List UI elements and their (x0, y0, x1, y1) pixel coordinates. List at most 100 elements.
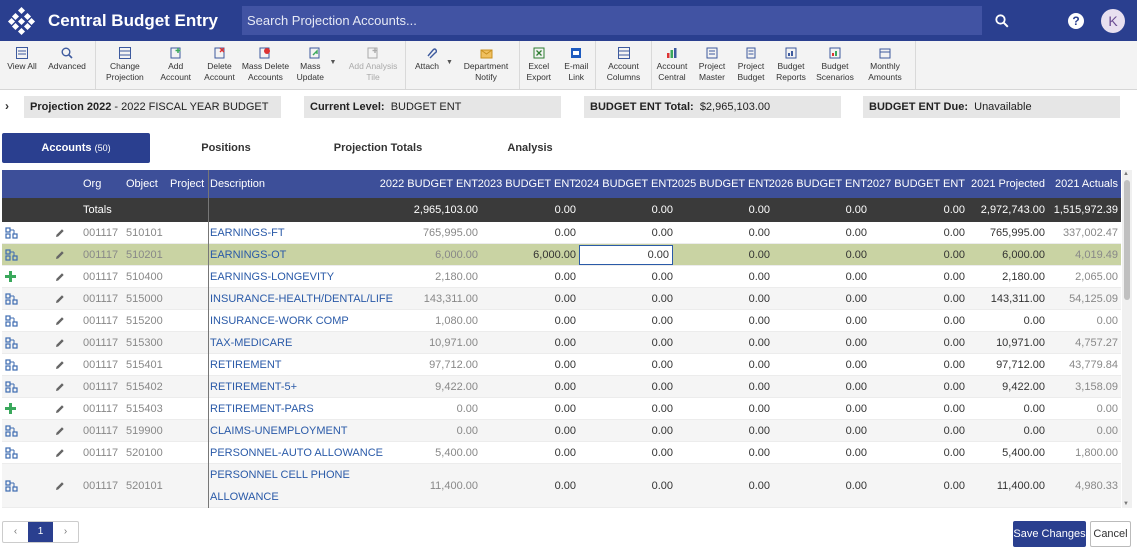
delete-account-button[interactable]: Delete Account (198, 41, 242, 89)
user-avatar[interactable]: K (1101, 8, 1125, 33)
header-2025-budget-ent[interactable]: 2025 BUDGET ENT (670, 170, 770, 198)
row-proj2021[interactable]: 0.00 (962, 398, 1045, 419)
linked-accounts-icon[interactable] (5, 310, 18, 331)
row-c2022[interactable]: 5,400.00 (378, 442, 478, 463)
header-2026-budget-ent[interactable]: 2026 BUDGET ENT (767, 170, 867, 198)
row-c2022[interactable]: 2,180.00 (378, 266, 478, 287)
view-all-button[interactable]: View All (0, 41, 44, 89)
table-row[interactable]: 001117 520101 PERSONNEL CELL PHONE ALLOWANC… (2, 464, 1121, 508)
change-projection-button[interactable]: Change Projection (96, 41, 154, 89)
row-c2025[interactable]: 0.00 (670, 244, 770, 265)
excel-export-button[interactable]: Excel Export (520, 41, 558, 89)
row-c2023[interactable]: 0.00 (476, 288, 576, 309)
help-icon[interactable]: ? (1068, 12, 1084, 29)
row-description-link[interactable]: RETIREMENT (210, 354, 282, 375)
row-act2021[interactable]: 3,158.09 (1042, 376, 1118, 397)
row-c2024[interactable]: 0.00 (573, 464, 673, 507)
row-description-link[interactable]: RETIREMENT-5+ (210, 376, 297, 397)
edit-pencil-icon[interactable] (55, 420, 65, 441)
row-c2027[interactable]: 0.00 (865, 332, 965, 353)
row-description-link[interactable]: RETIREMENT-PARS (210, 398, 314, 419)
row-c2023[interactable]: 0.00 (476, 332, 576, 353)
row-c2027[interactable]: 0.00 (865, 288, 965, 309)
row-c2027[interactable]: 0.00 (865, 376, 965, 397)
chevron-right-icon[interactable]: › (5, 99, 9, 113)
row-proj2021[interactable]: 0.00 (962, 420, 1045, 441)
mass-delete-accounts-button[interactable]: Mass Delete Accounts (241, 41, 289, 89)
edit-pencil-icon[interactable] (55, 244, 65, 265)
edit-pencil-icon[interactable] (55, 442, 65, 463)
linked-accounts-icon[interactable] (5, 354, 18, 375)
row-c2026[interactable]: 0.00 (767, 310, 867, 331)
row-proj2021[interactable]: 6,000.00 (962, 244, 1045, 265)
search-icon[interactable] (982, 6, 1022, 35)
scroll-up-icon[interactable]: ▲ (1123, 171, 1129, 177)
row-act2021[interactable]: 4,980.33 (1042, 464, 1118, 507)
project-master-button[interactable]: Project Master (692, 41, 732, 89)
row-c2023[interactable]: 0.00 (476, 464, 576, 507)
row-c2025[interactable]: 0.00 (670, 332, 770, 353)
row-c2024[interactable]: 0.00 (573, 288, 673, 309)
row-c2027[interactable]: 0.00 (865, 464, 965, 507)
row-c2027[interactable]: 0.00 (865, 442, 965, 463)
row-proj2021[interactable]: 5,400.00 (962, 442, 1045, 463)
row-description-link[interactable]: INSURANCE-HEALTH/DENTAL/LIFE (210, 288, 393, 309)
email-link-button[interactable]: E-mail Link (558, 41, 596, 89)
row-proj2021[interactable]: 2,180.00 (962, 266, 1045, 287)
row-c2024[interactable]: 0.00 (573, 420, 673, 441)
row-c2023[interactable]: 0.00 (476, 266, 576, 287)
table-row[interactable]: 001117 515300 TAX-MEDICARE 10,971.00 0.00 0.0… (2, 332, 1121, 354)
row-c2023[interactable]: 6,000.00 (476, 244, 576, 265)
tab-analysis[interactable]: Analysis (454, 133, 606, 163)
pager-next-button[interactable]: › (53, 522, 78, 542)
project-budget-button[interactable]: Project Budget (732, 41, 770, 89)
header-2021-projected[interactable]: 2021 Projected (962, 170, 1045, 198)
header-org[interactable]: Org (83, 170, 101, 198)
row-c2025[interactable]: 0.00 (670, 354, 770, 375)
row-c2024[interactable]: 0.00 (573, 398, 673, 419)
row-c2022[interactable]: 1,080.00 (378, 310, 478, 331)
row-c2024-input[interactable]: 0.00 (579, 245, 673, 265)
row-c2024[interactable]: 0.00 (573, 332, 673, 353)
linked-accounts-icon[interactable] (5, 332, 18, 353)
row-c2026[interactable]: 0.00 (767, 398, 867, 419)
row-c2023[interactable]: 0.00 (476, 222, 576, 243)
mass-update-button[interactable]: Mass Update ▼ (289, 41, 341, 89)
row-c2022[interactable]: 0.00 (378, 420, 478, 441)
row-description-link[interactable]: CLAIMS-UNEMPLOYMENT (210, 420, 348, 441)
department-notify-button[interactable]: Department Notify (456, 41, 516, 89)
mass-update-caret-icon[interactable]: ▼ (329, 57, 336, 68)
row-c2022[interactable]: 10,971.00 (378, 332, 478, 353)
budget-reports-button[interactable]: Budget Reports (770, 41, 812, 89)
row-c2023[interactable]: 0.00 (476, 420, 576, 441)
header-2027-budget-ent[interactable]: 2027 BUDGET ENT (865, 170, 965, 198)
row-c2025[interactable]: 0.00 (670, 420, 770, 441)
row-c2023[interactable]: 0.00 (476, 376, 576, 397)
row-description-link[interactable]: EARNINGS-LONGEVITY (210, 266, 334, 287)
header-description[interactable]: Description (210, 170, 265, 198)
row-act2021[interactable]: 4,019.49 (1042, 244, 1118, 265)
edit-pencil-icon[interactable] (55, 288, 65, 309)
table-row[interactable]: 001117 515401 RETIREMENT 97,712.00 0.00 0.00 0… (2, 354, 1121, 376)
row-act2021[interactable]: 1,800.00 (1042, 442, 1118, 463)
add-row-icon[interactable] (5, 398, 16, 419)
row-c2026[interactable]: 0.00 (767, 376, 867, 397)
attach-button[interactable]: Attach ▼ (406, 41, 456, 89)
row-c2027[interactable]: 0.00 (865, 244, 965, 265)
row-c2022[interactable]: 6,000.00 (378, 244, 478, 265)
row-c2027[interactable]: 0.00 (865, 420, 965, 441)
table-row[interactable]: 001117 515200 INSURANCE-WORK COMP 1,080.00 0… (2, 310, 1121, 332)
row-act2021[interactable]: 0.00 (1042, 398, 1118, 419)
row-proj2021[interactable]: 11,400.00 (962, 464, 1045, 507)
row-c2026[interactable]: 0.00 (767, 354, 867, 375)
table-row[interactable]: 001117 519900 CLAIMS-UNEMPLOYMENT 0.00 0.00 0… (2, 420, 1121, 442)
table-row[interactable]: 001117 515403 RETIREMENT-PARS 0.00 0.00 0.00 0… (2, 398, 1121, 420)
row-c2024[interactable]: 0.00 (573, 266, 673, 287)
app-logo-icon[interactable] (7, 6, 36, 35)
scroll-down-icon[interactable]: ▼ (1123, 501, 1129, 507)
row-act2021[interactable]: 2,065.00 (1042, 266, 1118, 287)
row-act2021[interactable]: 0.00 (1042, 310, 1118, 331)
table-row[interactable]: 001117 510101 EARNINGS-FT 765,995.00 0.00 0.0… (2, 222, 1121, 244)
row-c2023[interactable]: 0.00 (476, 310, 576, 331)
budget-scenarios-button[interactable]: Budget Scenarios (812, 41, 858, 89)
